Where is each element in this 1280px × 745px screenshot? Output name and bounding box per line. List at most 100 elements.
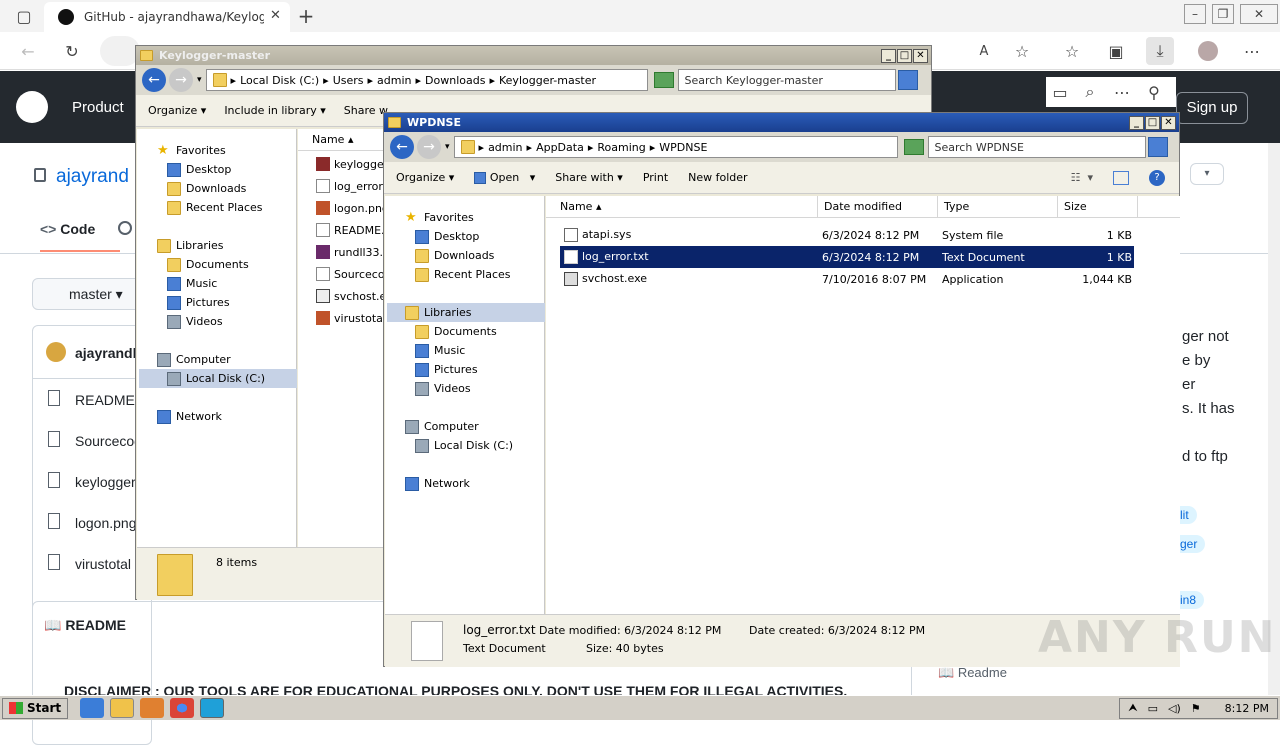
clock[interactable]: 8:12 PM [1225,702,1269,715]
readme-link[interactable]: 📖 Readme [938,665,1007,681]
close-button[interactable]: ✕ [1161,115,1176,130]
column-date[interactable]: Date modified [818,195,938,218]
breadcrumb-item[interactable]: Roaming [597,141,645,154]
pin-icon[interactable]: ⚲ [1140,78,1168,106]
collections-icon[interactable]: ▣ [1102,37,1130,65]
tab-code[interactable]: <> Code [40,221,95,237]
nav-desktop[interactable]: Desktop [157,160,296,179]
search-icon[interactable] [1147,137,1168,157]
nav-favorites[interactable]: ★ Favorites [157,141,296,160]
minimize-button[interactable]: _ [1129,115,1144,130]
forward-button[interactable]: → [169,68,193,92]
window-titlebar[interactable]: WPDNSE _ □ ✕ [384,113,1179,132]
nav-videos[interactable]: Videos [157,312,296,331]
maximize-button[interactable]: □ [897,48,912,63]
view-options-icon[interactable]: ☷ ▾ [1071,171,1093,184]
commit-author[interactable]: ajayrandh [75,345,135,361]
nav-favorites[interactable]: ★ Favorites [405,208,544,227]
address-field[interactable] [100,36,140,66]
more-menu-icon[interactable]: ⋯ [1238,37,1266,65]
flag-icon[interactable]: ⚑ [1191,702,1201,715]
column-type[interactable]: Type [938,195,1058,218]
breadcrumb-item[interactable]: Keylogger-master [499,74,596,87]
dropdown-icon[interactable]: ▾ [1190,163,1224,185]
preview-pane-icon[interactable] [1113,170,1129,185]
back-icon[interactable]: ← [14,37,42,65]
nav-recent-places[interactable]: Recent Places [157,198,296,217]
help-icon[interactable]: ? [1149,169,1165,186]
new-folder-button[interactable]: New folder [688,171,747,184]
nav-product[interactable]: Product [72,99,124,116]
nav-documents[interactable]: Documents [157,255,296,274]
minimize-icon[interactable]: – [1184,4,1206,24]
nav-computer[interactable]: Computer [405,417,544,436]
nav-local-disk[interactable]: Local Disk (C:) [405,436,544,455]
breadcrumb-item[interactable]: AppData [536,141,584,154]
volume-icon[interactable]: ◁) [1168,702,1181,715]
file-row[interactable]: atapi.sys 6/3/2024 8:12 PM System file 1… [560,224,1134,246]
close-button[interactable]: ✕ [913,48,928,63]
github-logo-icon[interactable] [16,91,48,123]
downloads-icon[interactable]: ⤓ [1146,37,1174,65]
restore-icon[interactable]: ❐ [1212,4,1234,24]
nav-network[interactable]: Network [157,407,296,426]
nav-desktop[interactable]: Desktop [405,227,544,246]
favorites-icon[interactable]: ☆ [1058,37,1086,65]
file-link[interactable]: Sourcecod [75,433,135,449]
close-icon[interactable]: ✕ [1240,4,1278,24]
nav-libraries[interactable]: Libraries [157,236,296,255]
breadcrumb-item[interactable]: WPDNSE [659,141,707,154]
explorer-icon[interactable] [110,698,135,718]
column-name[interactable]: Name ▴ [554,195,818,218]
chrome-icon[interactable] [170,698,195,718]
nav-network[interactable]: Network [405,474,544,493]
nav-libraries[interactable]: Libraries [387,303,545,322]
issues-icon[interactable] [118,221,132,235]
share-menu[interactable]: Share w [344,104,388,117]
nav-music[interactable]: Music [405,341,544,360]
breadcrumb-item[interactable]: admin [488,141,522,154]
add-favorite-icon[interactable]: ☆ [1008,37,1036,65]
repo-owner-link[interactable]: ajayrand [56,166,129,188]
back-button[interactable]: ← [390,135,414,159]
file-link[interactable]: virustotal [75,556,135,572]
back-button[interactable]: ← [142,68,166,92]
breadcrumb-item[interactable]: Downloads [425,74,485,87]
refresh-icon[interactable] [653,72,674,88]
search-input[interactable]: Search Keylogger-master [677,69,896,91]
refresh-icon[interactable] [903,139,924,155]
profile-avatar[interactable] [1198,41,1218,61]
forward-button[interactable]: → [417,135,441,159]
share-with-menu[interactable]: Share with ▾ [555,171,623,184]
tab-actions-icon[interactable]: ▢ [10,2,38,30]
search-icon[interactable]: ⌕ [1076,78,1104,106]
nav-documents[interactable]: Documents [405,322,544,341]
read-aloud-icon[interactable]: A [970,37,998,65]
tray-arrow-icon[interactable]: ⮝ [1128,701,1137,715]
organize-menu[interactable]: Organize ▾ [148,104,206,117]
recent-pages-icon[interactable]: ▾ [445,142,450,152]
edge-icon[interactable] [200,698,225,718]
nav-downloads[interactable]: Downloads [405,246,544,265]
ie-icon[interactable] [80,698,105,718]
recent-pages-icon[interactable]: ▾ [197,75,202,85]
maximize-button[interactable]: □ [1145,115,1160,130]
nav-music[interactable]: Music [157,274,296,293]
breadcrumb-item[interactable]: Local Disk (C:) [240,74,319,87]
breadcrumb[interactable]: ▸ Local Disk (C:) ▸ Users ▸ admin ▸ Download… [205,69,648,91]
nav-pictures[interactable]: Pictures [157,293,296,312]
file-link[interactable]: keylogger [75,474,135,490]
include-library-menu[interactable]: Include in library ▾ [224,104,325,117]
search-icon[interactable] [897,70,918,90]
nav-recent-places[interactable]: Recent Places [405,265,544,284]
nav-computer[interactable]: Computer [157,350,296,369]
branch-select[interactable]: master ▾ [32,278,142,310]
breadcrumb[interactable]: ▸ admin ▸ AppData ▸ Roaming ▸ WPDNSE [453,136,898,158]
nav-local-disk[interactable]: Local Disk (C:) [139,369,297,388]
file-row[interactable]: svchost.exe 7/10/2016 8:07 PM Applicatio… [560,268,1134,290]
start-button[interactable]: Start [2,697,69,719]
organize-menu[interactable]: Organize ▾ [396,171,454,184]
breadcrumb-item[interactable]: admin [377,74,411,87]
more-icon[interactable]: ⋯ [1108,78,1136,106]
breadcrumb-item[interactable]: Users [333,74,364,87]
